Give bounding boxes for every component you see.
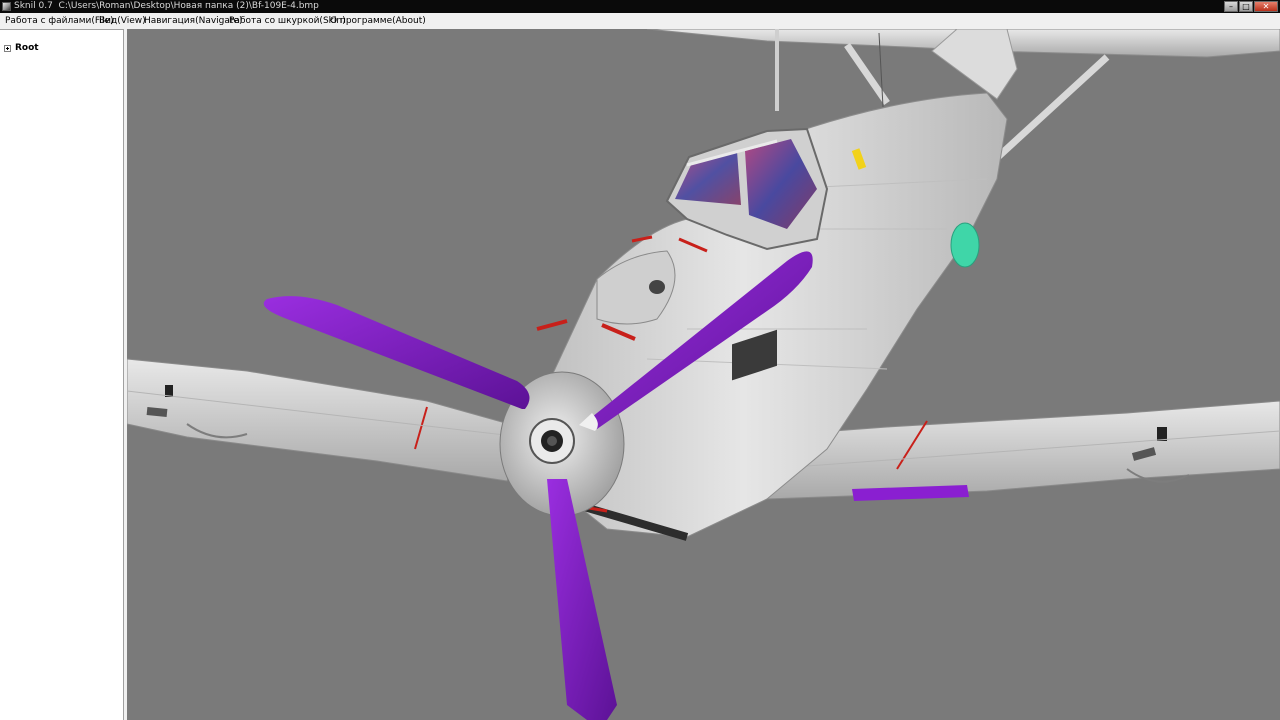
tree-node-root[interactable]: Root bbox=[4, 43, 39, 53]
menu-skin[interactable]: Работа со шкуркой(Skin) bbox=[229, 13, 346, 29]
menu-view[interactable]: Вид(View) bbox=[99, 13, 146, 29]
aircraft-render[interactable] bbox=[127, 29, 1280, 720]
maximize-button[interactable]: □ bbox=[1239, 1, 1253, 12]
menu-navigate[interactable]: Навигация(Navigate) bbox=[144, 13, 242, 29]
tree-node-label: Root bbox=[15, 43, 39, 53]
menu-about[interactable]: О программе(About) bbox=[330, 13, 426, 29]
window-title: Sknil 0.7 C:\Users\Roman\Desktop\Новая п… bbox=[14, 0, 319, 13]
minimize-button[interactable]: – bbox=[1224, 1, 1238, 12]
file-path: C:\Users\Roman\Desktop\Новая папка (2)\B… bbox=[58, 1, 319, 11]
title-bar[interactable]: Sknil 0.7 C:\Users\Roman\Desktop\Новая п… bbox=[0, 0, 1280, 13]
app-icon bbox=[2, 2, 11, 11]
app-window: Sknil 0.7 C:\Users\Roman\Desktop\Новая п… bbox=[0, 0, 1280, 720]
plus-box-icon[interactable] bbox=[4, 44, 11, 52]
close-button[interactable]: ✕ bbox=[1254, 1, 1278, 12]
tree-panel[interactable]: Root bbox=[0, 29, 124, 720]
menu-file[interactable]: Работа с файлами(File) bbox=[5, 13, 113, 29]
window-controls: – □ ✕ bbox=[1223, 1, 1278, 12]
menu-bar: Работа с файлами(File) Вид(View) Навигац… bbox=[0, 13, 1280, 29]
3d-viewport[interactable] bbox=[127, 29, 1280, 720]
app-name: Sknil 0.7 bbox=[14, 1, 53, 11]
